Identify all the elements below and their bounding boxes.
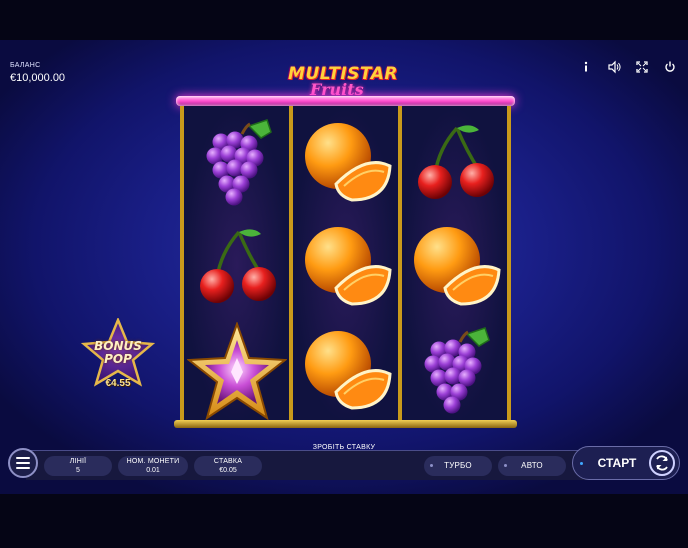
- reel-1: [184, 106, 293, 424]
- start-button[interactable]: СТАРТ: [587, 447, 647, 479]
- fullscreen-icon[interactable]: [634, 60, 650, 74]
- turbo-toggle[interactable]: ТУРБО: [424, 456, 492, 476]
- game-stage: БАЛАНС €10,000.00 MULTISTAR Fruits BONUS…: [0, 0, 688, 548]
- symbol-star: [184, 320, 289, 424]
- neon-top-bar: [176, 96, 515, 106]
- bonus-price: €4.55: [105, 378, 131, 389]
- refresh-icon: [656, 455, 668, 471]
- symbol-orange: [293, 320, 398, 424]
- symbol-orange: [293, 112, 398, 216]
- bonus-line2: POP: [104, 352, 132, 366]
- reel-2: [293, 106, 402, 424]
- symbol-cherries: [184, 216, 289, 320]
- power-icon[interactable]: [662, 60, 678, 74]
- top-icon-bar: [578, 60, 678, 74]
- bet-value: €0.05: [219, 467, 237, 474]
- bet-selector[interactable]: СТАВКА €0.05: [194, 456, 262, 476]
- autospin-button[interactable]: [649, 450, 675, 476]
- bet-label: СТАВКА: [213, 458, 243, 465]
- menu-button[interactable]: [8, 448, 38, 478]
- coin-label: НОМ. МОНЕТИ: [126, 458, 180, 465]
- turbo-label: ТУРБО: [444, 461, 472, 470]
- coin-value: 0.01: [146, 467, 160, 474]
- coin-value-selector[interactable]: НОМ. МОНЕТИ 0.01: [118, 456, 188, 476]
- auto-label: АВТО: [521, 461, 543, 470]
- bonus-title: BONUS POP: [80, 340, 156, 366]
- lines-selector[interactable]: ЛІНІЇ 5: [44, 456, 112, 476]
- control-bar: ЗРОБІТЬ СТАВКУ ЛІНІЇ 5 НОМ. МОНЕТИ 0.01 …: [0, 442, 688, 482]
- bottom-letterbox: [0, 494, 688, 548]
- symbol-orange: [402, 216, 507, 320]
- symbol-cherries: [402, 112, 507, 216]
- symbol-orange: [293, 216, 398, 320]
- symbol-grapes: [184, 112, 289, 216]
- balance-value: €10,000.00: [10, 72, 66, 84]
- top-letterbox: [0, 0, 688, 40]
- menu-icon: [16, 457, 30, 459]
- lines-value: 5: [76, 467, 80, 474]
- reel-3: [402, 106, 507, 424]
- balance-label: БАЛАНС: [10, 62, 41, 69]
- lines-label: ЛІНІЇ: [69, 458, 87, 465]
- sound-icon[interactable]: [606, 60, 622, 74]
- info-icon[interactable]: [578, 60, 594, 74]
- bonus-pop-button[interactable]: BONUS POP €4.55: [80, 316, 156, 400]
- symbol-grapes: [402, 320, 507, 424]
- reel-area: [180, 106, 511, 424]
- start-indicator: [580, 462, 583, 465]
- auto-toggle[interactable]: АВТО: [498, 456, 566, 476]
- start-group: СТАРТ: [572, 446, 680, 480]
- reel-base-rail: [174, 420, 517, 428]
